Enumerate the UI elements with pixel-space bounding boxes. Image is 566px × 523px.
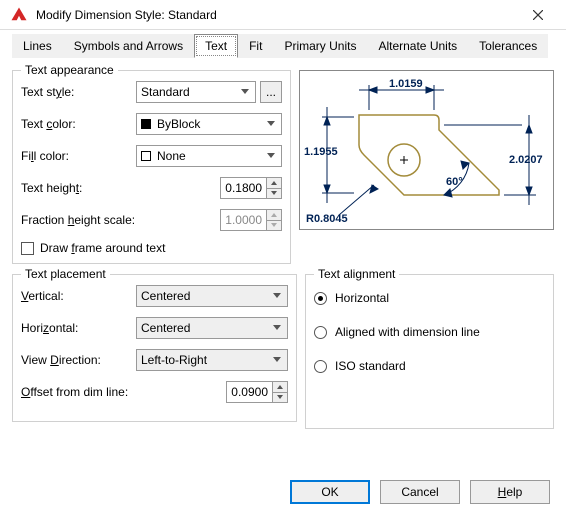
text-color-combo[interactable]: ByBlock: [136, 113, 282, 135]
dimension-preview: 1.0159 1.1955 2.0207 R0.8045 60°: [299, 70, 554, 230]
text-appearance-legend: Text appearance: [21, 63, 118, 77]
view-direction-label: View Direction:: [21, 353, 136, 367]
help-button[interactable]: Help: [470, 480, 550, 504]
text-style-combo[interactable]: Standard: [136, 81, 256, 103]
text-height-spinner[interactable]: [220, 177, 282, 199]
chevron-down-icon: [263, 148, 279, 164]
vertical-label: Vertical:: [21, 289, 136, 303]
tab-alternate-units[interactable]: Alternate Units: [367, 34, 468, 58]
color-swatch-icon: [141, 151, 151, 161]
draw-frame-label: Draw frame around text: [40, 241, 165, 255]
spinner-down-button[interactable]: [272, 392, 288, 404]
fill-color-combo[interactable]: None: [136, 145, 282, 167]
text-color-label: Text color:: [21, 117, 136, 131]
tab-fit[interactable]: Fit: [238, 34, 273, 58]
text-placement-legend: Text placement: [21, 267, 110, 281]
aligned-radio-label: Aligned with dimension line: [335, 325, 480, 339]
text-style-browse-button[interactable]: ...: [260, 81, 282, 103]
spinner-up-button[interactable]: [266, 177, 282, 188]
offset-label: Offset from dim line:: [21, 385, 156, 399]
svg-text:1.0159: 1.0159: [389, 78, 423, 90]
text-placement-group: Text placement Vertical: Centered Horizo…: [12, 274, 297, 422]
text-alignment-group: Text alignment Horizontal Aligned with d…: [305, 274, 554, 429]
chevron-down-icon: [269, 320, 285, 336]
window-title: Modify Dimension Style: Standard: [36, 8, 518, 22]
text-height-input[interactable]: [220, 177, 266, 199]
tab-symbols-arrows[interactable]: Symbols and Arrows: [63, 34, 194, 58]
chevron-down-icon: [263, 116, 279, 132]
aligned-radio[interactable]: [314, 326, 327, 339]
text-style-label: Text style:: [21, 85, 136, 99]
text-alignment-legend: Text alignment: [314, 267, 399, 281]
title-bar: Modify Dimension Style: Standard: [0, 0, 566, 30]
text-appearance-group: Text appearance Text style: Standard ...…: [12, 70, 291, 264]
fraction-scale-label: Fraction height scale:: [21, 213, 156, 227]
cancel-button[interactable]: Cancel: [380, 480, 460, 504]
spinner-up-button: [266, 209, 282, 220]
dialog-buttons: OK Cancel Help: [0, 468, 566, 516]
horizontal-combo[interactable]: Centered: [136, 317, 288, 339]
text-height-label: Text height:: [21, 181, 136, 195]
ok-button[interactable]: OK: [290, 480, 370, 504]
tabs-bar: Lines Symbols and Arrows Text Fit Primar…: [0, 30, 566, 58]
horizontal-label: Horizontal:: [21, 321, 136, 335]
autocad-logo-icon: [10, 6, 28, 24]
svg-text:1.1955: 1.1955: [304, 146, 338, 158]
spinner-down-button[interactable]: [266, 188, 282, 200]
color-swatch-icon: [141, 119, 151, 129]
tab-lines[interactable]: Lines: [12, 34, 63, 58]
close-button[interactable]: [518, 1, 558, 29]
chevron-down-icon: [237, 84, 253, 100]
chevron-down-icon: [269, 288, 285, 304]
preview-drawing-icon: 1.0159 1.1955 2.0207 R0.8045 60°: [304, 75, 549, 225]
tab-tolerances[interactable]: Tolerances: [468, 34, 548, 58]
iso-radio-label: ISO standard: [335, 359, 406, 373]
fraction-scale-input: [220, 209, 266, 231]
chevron-down-icon: [269, 352, 285, 368]
fill-color-label: Fill color:: [21, 149, 136, 163]
svg-text:R0.8045: R0.8045: [306, 213, 348, 225]
spinner-down-button: [266, 220, 282, 232]
vertical-combo[interactable]: Centered: [136, 285, 288, 307]
svg-text:60°: 60°: [446, 176, 463, 188]
offset-spinner[interactable]: [226, 381, 288, 403]
tab-text[interactable]: Text: [194, 34, 238, 58]
view-direction-combo[interactable]: Left-to-Right: [136, 349, 288, 371]
offset-input[interactable]: [226, 381, 272, 403]
iso-radio[interactable]: [314, 360, 327, 373]
draw-frame-checkbox[interactable]: [21, 242, 34, 255]
horizontal-radio[interactable]: [314, 292, 327, 305]
horizontal-radio-label: Horizontal: [335, 291, 389, 305]
fraction-scale-spinner: [220, 209, 282, 231]
close-icon: [533, 10, 543, 20]
tab-primary-units[interactable]: Primary Units: [273, 34, 367, 58]
svg-text:2.0207: 2.0207: [509, 154, 543, 166]
spinner-up-button[interactable]: [272, 381, 288, 392]
